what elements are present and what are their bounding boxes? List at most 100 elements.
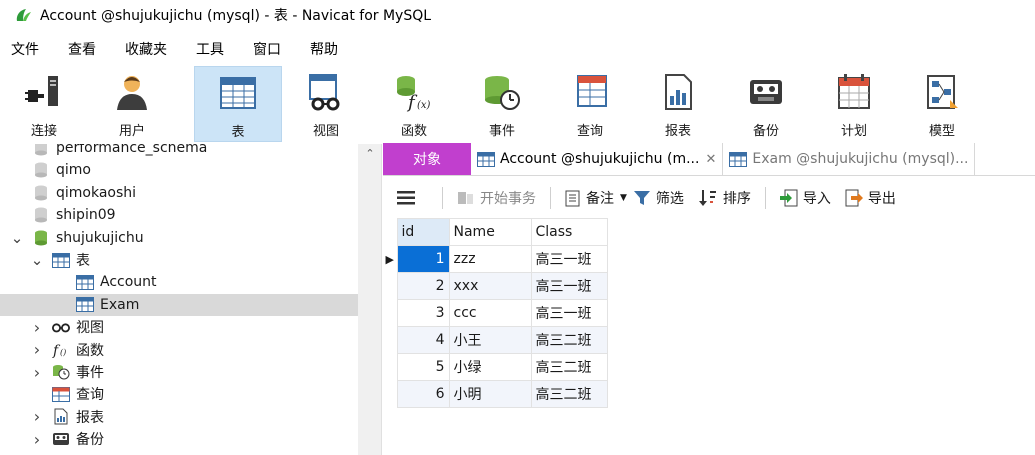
filter-button[interactable]: 筛选 — [633, 188, 684, 208]
tree-item[interactable]: ⌄ 表 — [0, 249, 358, 271]
grid-cell[interactable]: 高三二班 — [530, 380, 608, 408]
table-row[interactable]: 5 小绿 高三二班 — [383, 353, 608, 381]
grid-cell[interactable]: 小绿 — [448, 353, 532, 381]
event-icon — [52, 364, 70, 380]
grid-cell[interactable]: 4 — [396, 326, 450, 354]
tree-item-label: qimo — [56, 162, 91, 179]
table-toolbar: 开始事务 备注 ▼ 筛选 排序 导入 导出 — [383, 178, 1035, 218]
tree-item[interactable]: › 视图 — [0, 316, 358, 338]
tree-item[interactable]: 查询 — [0, 383, 358, 405]
toolbar-query-button[interactable]: 查询 — [546, 66, 634, 142]
tree-item-label: Exam — [100, 296, 140, 313]
chevron-right-icon[interactable]: › — [30, 407, 44, 426]
grid-cell[interactable]: 高三一班 — [530, 245, 608, 273]
menu-tools[interactable]: 工具 — [196, 39, 224, 59]
toolbar-view-button[interactable]: 视图 — [282, 66, 370, 142]
menu-hamburger-button[interactable] — [397, 191, 420, 205]
table-row[interactable]: 4 小王 高三二班 — [383, 326, 608, 354]
tree-item[interactable]: › 事件 — [0, 361, 358, 383]
chevron-right-icon[interactable]: › — [30, 430, 44, 449]
toolbar-schedule-button[interactable]: 计划 — [810, 66, 898, 142]
tree-scrollbar[interactable]: ⌃ — [358, 144, 382, 455]
tree-item[interactable]: Exam — [0, 293, 358, 316]
column-header-class[interactable]: Class — [530, 218, 608, 246]
toolbar-report-button[interactable]: 报表 — [634, 66, 722, 142]
tree-item[interactable]: qimo — [0, 159, 358, 181]
object-tree[interactable]: performance_schemaqimo qimokaoshi shipin09… — [0, 144, 358, 455]
tree-item-label: 函数 — [76, 342, 104, 359]
import-button[interactable]: 导入 — [779, 188, 831, 208]
tab-objects[interactable]: 对象 — [383, 143, 471, 175]
grid-cell[interactable]: 高三二班 — [530, 353, 608, 381]
tree-item[interactable]: performance_schema — [0, 144, 358, 159]
query-icon — [577, 75, 607, 107]
toolbar-table-button[interactable]: 表 — [194, 66, 282, 142]
toolbar-model-button[interactable]: 模型 — [898, 66, 986, 142]
tree-item[interactable]: › f() 函数 — [0, 339, 358, 361]
chevron-down-icon[interactable]: ⌄ — [30, 253, 44, 268]
backup-icon — [52, 431, 70, 447]
grid-cell[interactable]: 高三二班 — [530, 326, 608, 354]
tab-account-table[interactable]: Account @shujukujichu (m... ✕ — [471, 143, 724, 175]
tree-item[interactable]: shipin09 — [0, 204, 358, 226]
table-folder-icon — [52, 252, 70, 268]
view-icon — [52, 319, 70, 335]
tree-item-label: Account — [100, 274, 157, 291]
grid-cell[interactable]: xxx — [448, 272, 532, 300]
table-row[interactable]: 3 ccc 高三一班 — [383, 299, 608, 327]
grid-cell[interactable]: 高三一班 — [530, 299, 608, 327]
table-row[interactable]: 6 小明 高三二班 — [383, 380, 608, 408]
table-icon — [220, 77, 256, 109]
note-dropdown-button[interactable]: 备注 ▼ — [565, 188, 627, 208]
sort-button[interactable]: 排序 — [698, 188, 751, 208]
begin-transaction-button[interactable]: 开始事务 — [457, 188, 536, 208]
title-bar: Account @shujukujichu (mysql) - 表 - Navi… — [0, 0, 1035, 30]
menu-favorites[interactable]: 收藏夹 — [125, 39, 167, 59]
table-icon — [76, 274, 94, 290]
grid-cell[interactable]: 1 — [396, 245, 450, 273]
chevron-right-icon[interactable]: › — [30, 318, 44, 337]
svg-text:(x): (x) — [417, 100, 431, 111]
grid-cell[interactable]: zzz — [448, 245, 532, 273]
menu-view[interactable]: 查看 — [68, 39, 96, 59]
tree-item[interactable]: › 备份 — [0, 428, 358, 450]
toolbar-connection-button[interactable]: 连接 — [0, 66, 88, 142]
close-tab-icon[interactable]: ✕ — [705, 152, 716, 167]
column-header-id[interactable]: id — [396, 218, 450, 246]
toolbar-user-button[interactable]: 用户 — [88, 66, 176, 142]
grid-cell[interactable]: ccc — [448, 299, 532, 327]
backup-icon — [750, 80, 782, 104]
grid-cell[interactable]: 3 — [396, 299, 450, 327]
grid-cell[interactable]: 5 — [396, 353, 450, 381]
tree-item[interactable]: Account — [0, 271, 358, 293]
scroll-up-arrow-icon[interactable]: ⌃ — [358, 144, 382, 166]
grid-cell[interactable]: 小明 — [448, 380, 532, 408]
tree-item-label: 事件 — [76, 365, 104, 381]
toolbar-function-button[interactable]: f (x) 函数 — [370, 66, 458, 142]
tree-item[interactable]: ⌄ shujukujichu — [0, 227, 358, 249]
menu-help[interactable]: 帮助 — [310, 39, 338, 59]
menu-bar: 文件 查看 收藏夹 工具 窗口 帮助 — [0, 34, 1035, 64]
column-header-name[interactable]: Name — [448, 218, 532, 246]
table-row[interactable]: 2 xxx 高三一班 — [383, 272, 608, 300]
transaction-icon — [458, 192, 473, 204]
tab-exam-table[interactable]: Exam @shujukujichu (mysql)... — [723, 143, 976, 175]
tree-item[interactable]: › 报表 — [0, 406, 358, 428]
menu-window[interactable]: 窗口 — [253, 39, 281, 59]
grid-cell[interactable]: 高三一班 — [530, 272, 608, 300]
toolbar-event-button[interactable]: 事件 — [458, 66, 546, 142]
chevron-down-icon[interactable]: ⌄ — [10, 230, 24, 245]
tree-item[interactable]: qimokaoshi — [0, 182, 358, 204]
menu-file[interactable]: 文件 — [11, 39, 39, 59]
tree-item-label: shujukujichu — [56, 229, 144, 246]
table-row[interactable]: ▶ 1 zzz 高三一班 — [383, 245, 608, 273]
data-grid[interactable]: id Name Class ▶ 1 zzz 高三一班 2 xxx 高三一班 3 … — [383, 218, 608, 408]
chevron-right-icon[interactable]: › — [30, 363, 44, 382]
export-button[interactable]: 导出 — [845, 188, 896, 208]
grid-cell[interactable]: 小王 — [448, 326, 532, 354]
chevron-right-icon[interactable]: › — [30, 340, 44, 359]
toolbar-backup-button[interactable]: 备份 — [722, 66, 810, 142]
grid-cell[interactable]: 6 — [396, 380, 450, 408]
grid-cell[interactable]: 2 — [396, 272, 450, 300]
event-icon — [485, 76, 520, 110]
